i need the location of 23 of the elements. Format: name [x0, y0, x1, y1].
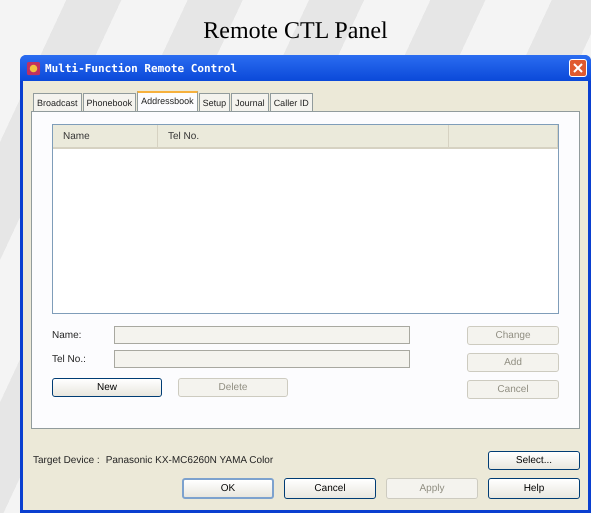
dialog-button[interactable]: Help — [488, 478, 580, 499]
column-header[interactable]: Name — [53, 125, 158, 147]
window-title: Multi-Function Remote Control — [45, 62, 238, 74]
select-button[interactable]: Select... — [488, 451, 580, 470]
close-icon — [573, 63, 583, 73]
tab[interactable]: Setup — [198, 93, 230, 111]
tab[interactable]: Broadcast — [33, 93, 82, 111]
page-title: Remote CTL Panel — [202, 17, 389, 46]
tab[interactable]: Phonebook — [82, 93, 136, 111]
address-list[interactable]: Name Tel No. — [52, 124, 559, 314]
dialog-button[interactable]: OK — [182, 478, 274, 499]
column-header[interactable]: Tel No. — [158, 125, 449, 147]
field-label: Tel No.: — [52, 354, 87, 364]
app-icon — [26, 60, 41, 76]
action-button[interactable]: New — [52, 378, 162, 397]
target-device-label: Target Device : — [33, 455, 100, 466]
tab[interactable]: Addressbook — [137, 91, 198, 111]
close-button[interactable] — [569, 59, 587, 77]
tab[interactable]: Journal — [231, 93, 269, 111]
field-label: Name: — [52, 330, 82, 340]
target-device-name: Panasonic KX-MC6260N YAMA Color — [106, 455, 274, 466]
dialog-button[interactable]: Cancel — [284, 478, 376, 499]
tab[interactable]: Caller ID — [270, 93, 313, 111]
